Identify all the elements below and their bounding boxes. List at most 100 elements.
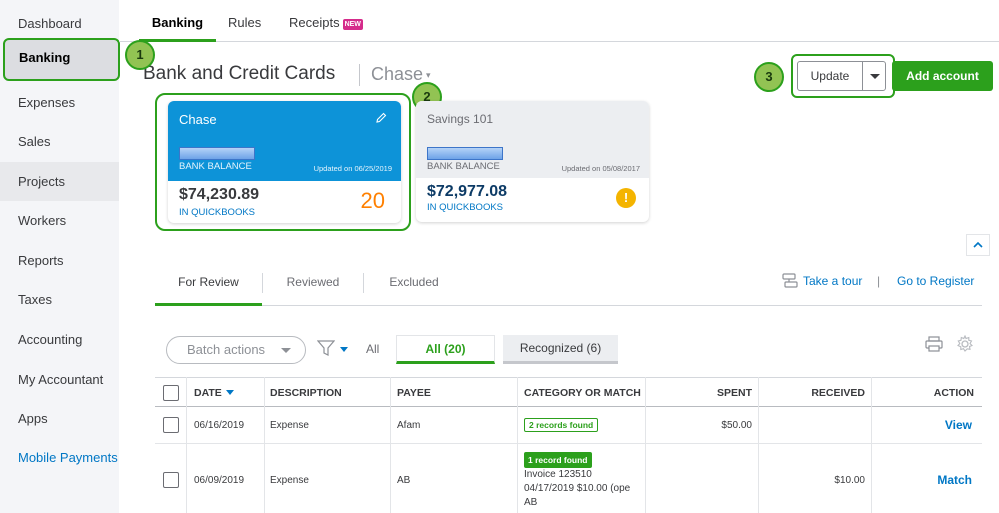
column-spent[interactable]: SPENT <box>717 378 752 408</box>
filter-caret-icon[interactable] <box>340 347 348 352</box>
column-action: ACTION <box>933 387 974 399</box>
sidebar-item-label: Projects <box>18 174 65 189</box>
row-date: 06/09/2019 <box>194 475 245 486</box>
redacted-balance <box>427 147 503 160</box>
table-header: DATE DESCRIPTION PAYEE CATEGORY OR MATCH… <box>155 377 982 407</box>
sidebar-item-label: Accounting <box>18 332 83 347</box>
column-payee[interactable]: PAYEE <box>397 378 431 408</box>
qb-balance: $74,230.89 <box>179 186 260 203</box>
qb-balance: $72,977.08 <box>427 183 508 200</box>
match-payee: AB <box>524 497 538 508</box>
recognized-pill[interactable]: Recognized (6) <box>503 335 618 364</box>
sidebar-item-label: Reports <box>18 253 64 268</box>
row-description: Expense <box>270 475 309 486</box>
warning-icon[interactable]: ! <box>616 188 636 208</box>
sidebar-item-label: Workers <box>18 213 67 228</box>
updated-date: Updated on 05/08/2017 <box>561 164 640 173</box>
column-received[interactable]: RECEIVED <box>811 378 865 408</box>
account-selector-label: Chase <box>371 64 424 84</box>
callout-1: 1 <box>125 40 155 70</box>
row-checkbox[interactable] <box>163 472 179 488</box>
tab-label: Rules <box>228 15 262 30</box>
match-invoice: Invoice 123510 <box>524 469 592 480</box>
chevron-up-icon <box>973 241 983 248</box>
tab-reviewed[interactable]: Reviewed <box>263 262 363 306</box>
card-account-name: Chase <box>179 112 217 127</box>
records-found-badge: 1 record found <box>524 452 592 468</box>
sidebar-item-taxes[interactable]: Taxes <box>0 280 119 319</box>
sidebar-item-projects[interactable]: Projects <box>0 162 119 201</box>
update-dropdown-button[interactable] <box>862 61 886 91</box>
sidebar-item-expenses[interactable]: Expenses <box>0 83 119 122</box>
caret-down-icon: ▾ <box>426 70 431 80</box>
link-separator: | <box>877 274 881 288</box>
sort-desc-icon <box>225 390 234 395</box>
sidebar-item-mobile-payments[interactable]: Mobile Payments <box>0 438 119 477</box>
tab-label: Banking <box>151 15 204 30</box>
tab-label: Receipts <box>289 15 340 30</box>
tab-receipts[interactable]: Receipts NEW <box>289 0 363 42</box>
add-account-button[interactable]: Add account <box>892 61 993 91</box>
view-button[interactable]: View <box>945 418 972 432</box>
tab-for-review[interactable]: For Review <box>155 262 262 306</box>
filter-all-label[interactable]: All <box>366 342 379 356</box>
bank-balance-label: BANK BALANCE <box>179 161 252 172</box>
tab-banking[interactable]: Banking <box>139 0 216 42</box>
tab-label: Excluded <box>389 275 439 289</box>
sidebar: Dashboard Banking Expenses Sales Project… <box>0 0 120 513</box>
sidebar-item-sales[interactable]: Sales <box>0 122 119 161</box>
callout-3: 3 <box>754 62 784 92</box>
in-quickbooks-label: IN QUICKBOOKS <box>179 207 256 218</box>
take-a-tour-link[interactable]: Take a tour <box>803 274 862 288</box>
bank-balance-label: BANK BALANCE <box>427 161 500 172</box>
pencil-icon[interactable] <box>376 112 387 123</box>
update-button[interactable]: Update <box>797 61 863 91</box>
caret-down-icon <box>870 74 880 79</box>
match-detail: 04/17/2019 $10.00 (ope <box>524 483 631 494</box>
column-description[interactable]: DESCRIPTION <box>270 378 342 408</box>
table-row[interactable]: 06/16/2019 Expense Afam 2 records found … <box>155 407 982 444</box>
account-card-savings[interactable]: Savings 101 BANK BALANCE Updated on 05/0… <box>416 101 649 222</box>
gear-icon[interactable] <box>956 335 974 353</box>
sidebar-item-apps[interactable]: Apps <box>0 399 119 438</box>
tour-icon[interactable] <box>781 273 799 289</box>
column-date[interactable]: DATE <box>194 378 234 408</box>
row-received: $10.00 <box>834 475 865 486</box>
batch-actions-label: Batch actions <box>187 342 266 357</box>
row-category: 1 record found Invoice 123510 04/17/2019… <box>524 452 644 510</box>
account-card-chase[interactable]: Chase BANK BALANCE Updated on 06/25/2019… <box>168 101 401 223</box>
sidebar-item-reports[interactable]: Reports <box>0 241 119 280</box>
print-icon[interactable] <box>925 336 943 352</box>
card-account-name: Savings 101 <box>427 112 494 126</box>
select-all-checkbox[interactable] <box>163 385 179 401</box>
collapse-button[interactable] <box>966 234 990 256</box>
row-payee: AB <box>397 475 411 486</box>
redacted-balance <box>179 147 255 160</box>
all-transactions-pill[interactable]: All (20) <box>396 335 495 364</box>
sidebar-item-workers[interactable]: Workers <box>0 201 119 240</box>
match-button[interactable]: Match <box>937 473 972 487</box>
column-category[interactable]: CATEGORY OR MATCH <box>524 378 641 408</box>
caret-down-icon <box>281 348 291 353</box>
row-checkbox[interactable] <box>163 417 179 433</box>
batch-actions-button[interactable]: Batch actions <box>166 336 306 364</box>
page-title: Bank and Credit Cards <box>143 63 336 84</box>
go-to-register-link[interactable]: Go to Register <box>897 274 974 288</box>
table-row[interactable]: 06/09/2019 Expense AB 1 record found Inv… <box>155 444 982 513</box>
sidebar-item-label: Mobile Payments <box>18 450 118 465</box>
sidebar-item-accounting[interactable]: Accounting <box>0 320 119 359</box>
sidebar-item-banking[interactable]: Banking <box>3 38 120 81</box>
column-label: DATE <box>194 387 222 399</box>
row-payee: Afam <box>397 420 421 431</box>
tab-rules[interactable]: Rules <box>228 0 261 42</box>
filter-icon[interactable] <box>317 339 335 357</box>
row-description: Expense <box>270 420 309 431</box>
in-quickbooks-label: IN QUICKBOOKS <box>427 202 504 213</box>
row-category: 2 records found <box>524 418 599 432</box>
sidebar-item-label: My Accountant <box>18 372 104 387</box>
sidebar-item-my-accountant[interactable]: My Accountant <box>0 360 119 399</box>
top-nav: Banking Rules Receipts NEW <box>119 0 999 42</box>
tab-label: For Review <box>178 275 239 289</box>
tab-excluded[interactable]: Excluded <box>364 262 464 306</box>
updated-date: Updated on 06/25/2019 <box>313 164 392 173</box>
